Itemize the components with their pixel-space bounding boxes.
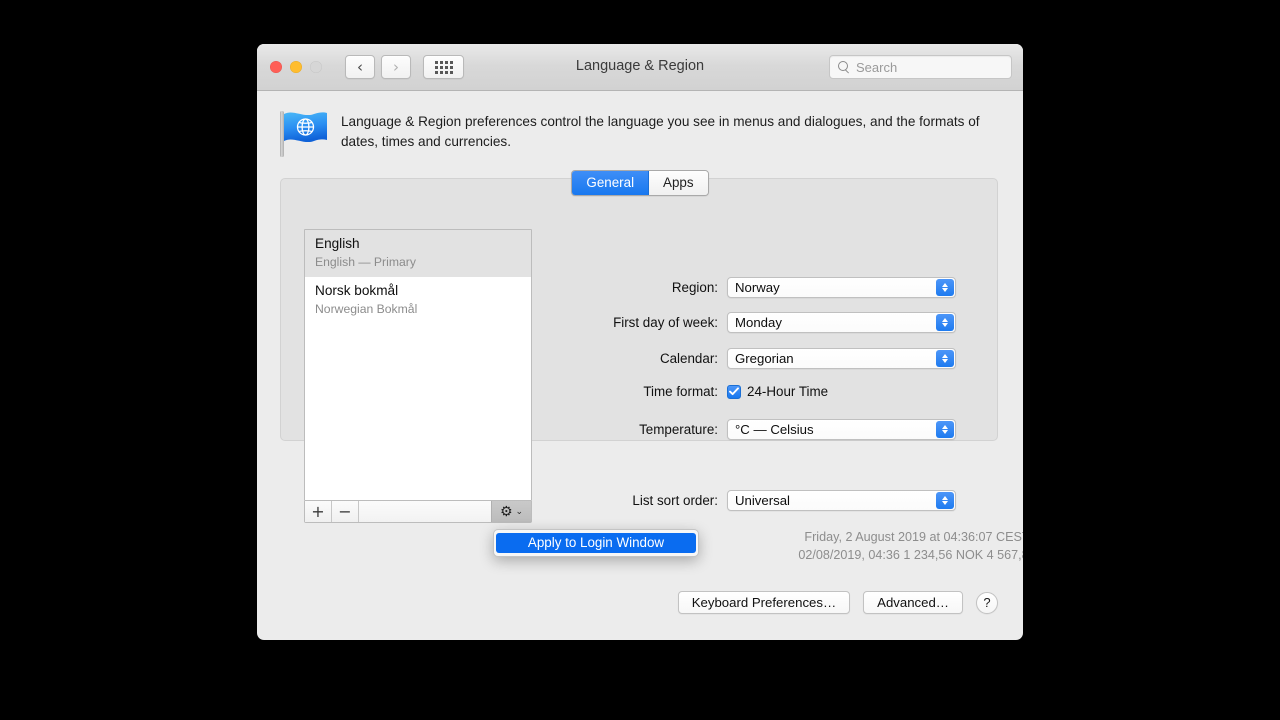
preview-line-2: 02/08/2019, 04:36 1 234,56 NOK 4 567,89 bbox=[798, 548, 1023, 563]
tab-general[interactable]: General bbox=[572, 171, 650, 196]
sort-order-label: List sort order: bbox=[632, 493, 718, 508]
first-day-popup-button[interactable]: Monday bbox=[727, 312, 956, 333]
format-preview: Friday, 2 August 2019 at 04:36:07 CEST 0… bbox=[677, 528, 1023, 565]
action-context-menu: Apply to Login Window bbox=[493, 529, 699, 557]
temperature-row: Temperature: °C — Celsius bbox=[582, 419, 956, 440]
language-subtitle: Norwegian Bokmål bbox=[315, 302, 418, 317]
24-hour-time-label: 24-Hour Time bbox=[747, 384, 829, 399]
first-day-value: Monday bbox=[735, 315, 782, 330]
advanced-button[interactable]: Advanced… bbox=[863, 591, 963, 614]
region-row: Region: Norway bbox=[582, 277, 956, 298]
list-item[interactable]: English English — Primary bbox=[305, 230, 531, 278]
search-field[interactable]: Search bbox=[829, 55, 1012, 79]
preference-description: Language & Region preferences control th… bbox=[341, 114, 980, 149]
language-action-menu-button[interactable]: ⚙ ⌄ bbox=[491, 501, 531, 522]
sort-order-popup-button[interactable]: Universal bbox=[727, 490, 956, 511]
calendar-label: Calendar: bbox=[659, 351, 718, 366]
checkbox-checked-icon[interactable] bbox=[727, 384, 741, 399]
sort-order-row: List sort order: Universal bbox=[582, 490, 956, 511]
add-language-button[interactable]: + bbox=[305, 501, 332, 522]
24-hour-time-checkbox-group[interactable]: 24-Hour Time bbox=[727, 384, 828, 399]
temperature-popup-button[interactable]: °C — Celsius bbox=[727, 419, 956, 440]
stepper-arrows-icon[interactable] bbox=[936, 314, 954, 331]
menu-item-apply-to-login-window[interactable]: Apply to Login Window bbox=[496, 533, 696, 553]
language-list-toolbar: + − ⚙ ⌄ bbox=[304, 501, 532, 523]
gear-icon: ⚙ bbox=[499, 503, 513, 520]
calendar-value: Gregorian bbox=[735, 351, 794, 366]
language-name: English bbox=[315, 236, 360, 251]
first-day-label: First day of week: bbox=[613, 315, 718, 330]
sort-order-value: Universal bbox=[735, 493, 790, 508]
language-region-flag-globe-icon bbox=[280, 111, 327, 157]
chevron-down-icon: ⌄ bbox=[515, 506, 524, 516]
stepper-arrows-icon[interactable] bbox=[936, 421, 954, 438]
calendar-popup-button[interactable]: Gregorian bbox=[727, 348, 956, 369]
keyboard-preferences-button[interactable]: Keyboard Preferences… bbox=[677, 591, 851, 614]
preferred-languages-list[interactable]: English English — Primary Norsk bokmål N… bbox=[304, 229, 532, 501]
stepper-arrows-icon[interactable] bbox=[936, 279, 954, 296]
region-label: Region: bbox=[671, 280, 718, 295]
list-item[interactable]: Norsk bokmål Norwegian Bokmål bbox=[305, 277, 531, 324]
footer-buttons: Keyboard Preferences… Advanced… ? bbox=[677, 591, 998, 614]
temperature-value: °C — Celsius bbox=[735, 422, 814, 437]
tab-bar: General Apps bbox=[257, 170, 1023, 197]
temperature-label: Temperature: bbox=[639, 422, 718, 437]
stepper-arrows-icon[interactable] bbox=[936, 350, 954, 367]
tab-apps[interactable]: Apps bbox=[649, 171, 708, 196]
preference-header: Language & Region preferences control th… bbox=[278, 104, 1003, 158]
toolbar-spacer bbox=[359, 501, 491, 522]
remove-language-button[interactable]: − bbox=[332, 501, 359, 522]
language-name: Norsk bokmål bbox=[315, 283, 399, 299]
help-button[interactable]: ? bbox=[976, 591, 998, 614]
calendar-row: Calendar: Gregorian bbox=[582, 348, 956, 369]
region-popup-button[interactable]: Norway bbox=[727, 277, 956, 298]
search-icon bbox=[838, 61, 850, 73]
preview-line-1: Friday, 2 August 2019 at 04:36:07 CEST bbox=[804, 530, 1023, 544]
region-value: Norway bbox=[735, 280, 780, 295]
first-day-row: First day of week: Monday bbox=[582, 312, 956, 333]
search-placeholder: Search bbox=[856, 59, 898, 75]
window-titlebar: ‹ › Language & Region Search bbox=[257, 44, 1023, 91]
system-preferences-window: ‹ › Language & Region Search Language & … bbox=[257, 44, 1023, 640]
time-format-row: Time format: 24-Hour Time bbox=[582, 384, 828, 399]
stepper-arrows-icon[interactable] bbox=[936, 492, 954, 509]
time-format-label: Time format: bbox=[643, 384, 718, 399]
language-subtitle: English — Primary bbox=[315, 254, 416, 269]
